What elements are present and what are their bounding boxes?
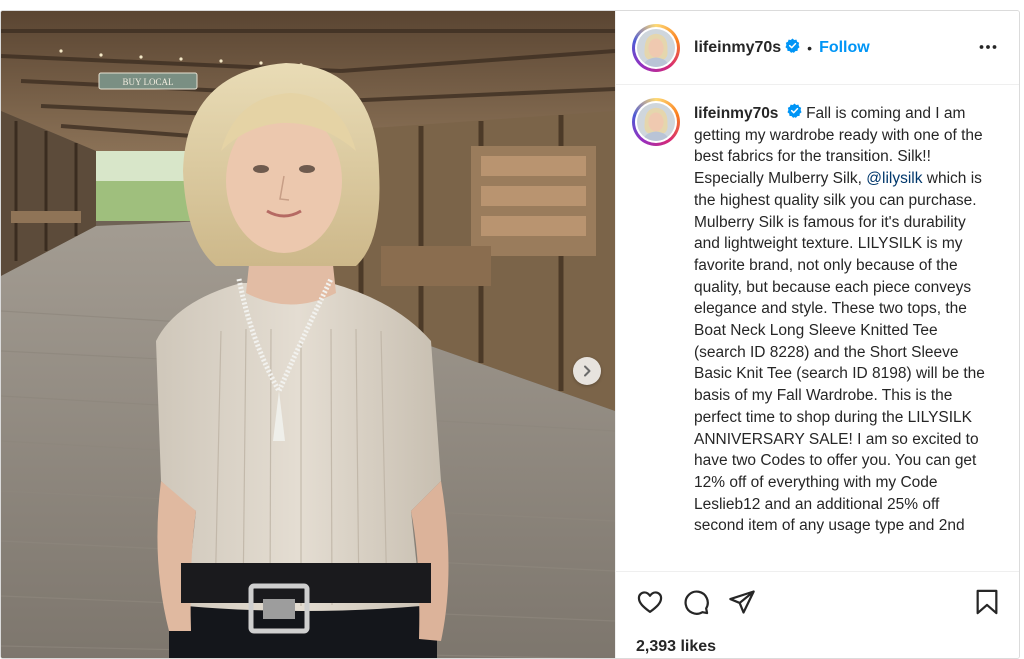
caption-username[interactable]: lifeinmy70s bbox=[694, 105, 778, 122]
more-options-icon[interactable] bbox=[978, 37, 998, 62]
bookmark-icon[interactable] bbox=[974, 588, 1000, 616]
mention-link[interactable]: @lilysilk bbox=[866, 170, 922, 187]
market-scene-illustration: BUY LOCAL bbox=[1, 11, 615, 658]
caption-section: lifeinmy70s Fall is coming and I am gett… bbox=[616, 86, 1019, 571]
verified-badge-icon bbox=[787, 103, 802, 125]
chevron-right-icon bbox=[584, 365, 591, 377]
author-username[interactable]: lifeinmy70s bbox=[694, 39, 781, 57]
follow-button[interactable]: Follow bbox=[819, 39, 870, 57]
avatar-photo bbox=[637, 28, 675, 67]
caption-body-2: which is the highest quality silk you ca… bbox=[694, 170, 985, 535]
comment-icon[interactable] bbox=[682, 588, 710, 616]
post-actions bbox=[636, 587, 1000, 617]
instagram-post: BUY LOCAL lifeinmy70s • Follow lifeinmy7… bbox=[0, 10, 1020, 659]
post-photo[interactable]: BUY LOCAL bbox=[1, 11, 615, 658]
heart-icon[interactable] bbox=[636, 588, 664, 616]
author-avatar[interactable] bbox=[632, 23, 680, 72]
verified-badge-icon bbox=[785, 37, 800, 58]
separator-dot: • bbox=[807, 39, 813, 56]
caption-text: lifeinmy70s Fall is coming and I am gett… bbox=[694, 98, 986, 571]
likes-count[interactable]: 2,393 likes bbox=[636, 638, 716, 656]
next-photo-button[interactable] bbox=[573, 357, 601, 385]
post-side-panel: lifeinmy70s • Follow lifeinmy70s Fall is… bbox=[615, 11, 1019, 658]
share-icon[interactable] bbox=[728, 588, 756, 616]
divider bbox=[616, 571, 1019, 572]
post-header: lifeinmy70s • Follow bbox=[616, 11, 1019, 85]
buy-local-sign: BUY LOCAL bbox=[123, 77, 174, 87]
caption-author-avatar[interactable] bbox=[632, 98, 680, 146]
avatar-photo bbox=[637, 103, 675, 141]
